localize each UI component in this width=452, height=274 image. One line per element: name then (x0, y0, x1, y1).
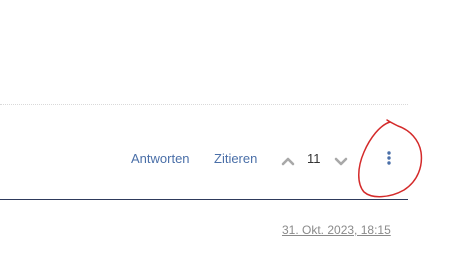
chevron-up-icon (281, 157, 295, 166)
chevron-down-icon (334, 157, 348, 166)
post-separator (0, 199, 408, 200)
more-options-button[interactable] (383, 150, 395, 166)
post-action-bar: Antworten Zitieren 11 (0, 146, 408, 174)
downvote-button[interactable] (334, 154, 348, 166)
vote-count: 11 (307, 151, 321, 166)
vertical-ellipsis-icon (387, 151, 391, 165)
post-timestamp-link[interactable]: 31. Okt. 2023, 18:15 (282, 223, 391, 237)
upvote-button[interactable] (281, 153, 295, 166)
post-content-divider (0, 104, 408, 105)
forum-post-footer: Antworten Zitieren 11 31. Okt. 2023, 18:… (0, 0, 452, 274)
reply-button[interactable]: Antworten (131, 151, 190, 166)
quote-button[interactable]: Zitieren (214, 151, 257, 166)
